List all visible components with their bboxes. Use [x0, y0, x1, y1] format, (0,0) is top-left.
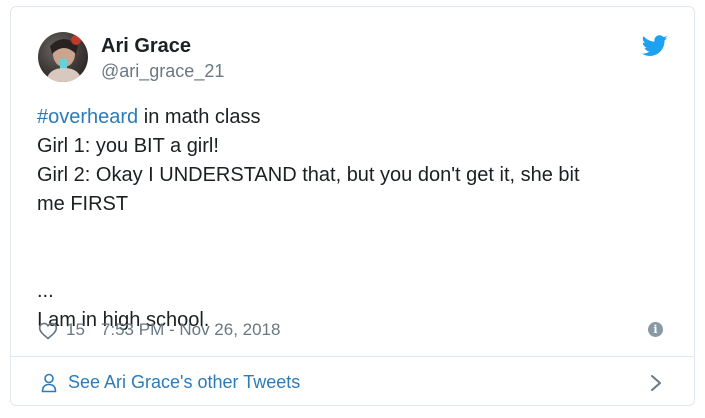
embedded-tweet-card: Ari Grace @ari_grace_21 #overheard in ma… — [10, 6, 695, 406]
tweet-line-2: Girl 1: you BIT a girl! — [37, 135, 219, 157]
heart-icon[interactable] — [38, 321, 58, 340]
person-icon — [41, 373, 57, 393]
tweet-blank-line-2 — [37, 248, 667, 277]
like-count[interactable]: 15 — [66, 320, 85, 340]
tweet-line-5: ... — [37, 280, 54, 302]
see-other-tweets-label[interactable]: See Ari Grace's other Tweets — [68, 372, 300, 393]
tweet-timestamp[interactable]: 7:53 PM - Nov 26, 2018 — [101, 320, 281, 340]
author-handle[interactable]: @ari_grace_21 — [101, 61, 224, 82]
hashtag-link[interactable]: #overheard — [37, 106, 138, 128]
tweet-line-1-rest: in math class — [138, 106, 261, 128]
tweet-line-4: me FIRST — [37, 193, 129, 215]
tweet-line-1: #overheard in math class — [37, 103, 667, 132]
tweet-text: #overheard in math class Girl 1: you BIT… — [37, 103, 667, 335]
info-icon[interactable]: i — [648, 322, 663, 337]
twitter-bird-icon[interactable] — [642, 35, 668, 57]
author-name[interactable]: Ari Grace — [101, 35, 191, 58]
tweet-line-3: Girl 2: Okay I UNDERSTAND that, but you … — [37, 164, 580, 186]
chevron-right-icon[interactable] — [650, 374, 662, 392]
tweet-meta: 15 7:53 PM - Nov 26, 2018 — [38, 318, 280, 342]
see-other-tweets-link[interactable]: See Ari Grace's other Tweets — [11, 357, 694, 406]
avatar[interactable] — [38, 32, 88, 82]
tweet-blank-line-1 — [37, 219, 667, 248]
